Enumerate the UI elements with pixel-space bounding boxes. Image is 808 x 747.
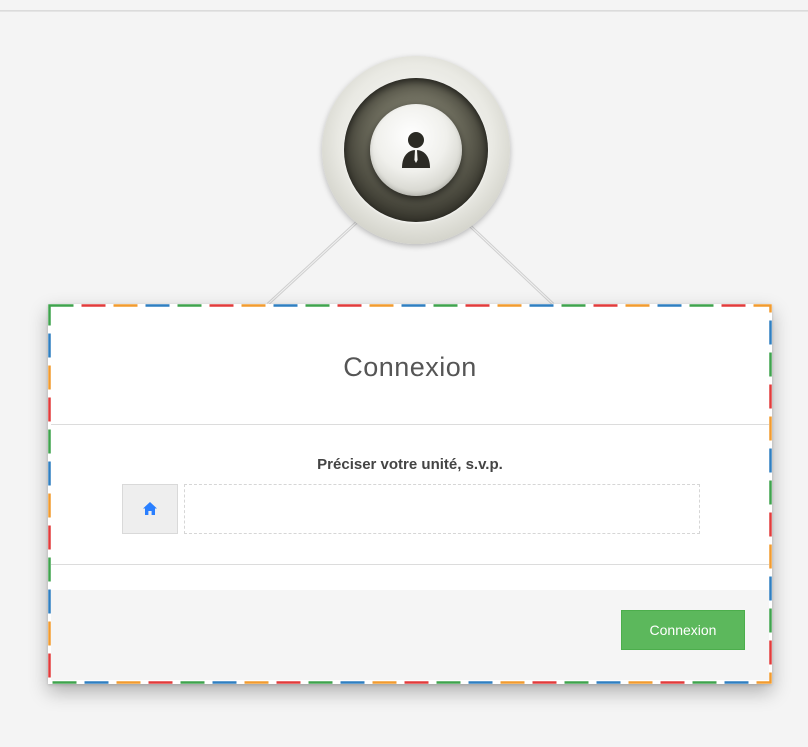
avatar-ring <box>344 78 488 222</box>
body-divider <box>51 564 769 565</box>
card-footer: Connexion <box>51 590 769 680</box>
home-icon <box>143 502 157 515</box>
unit-input-group <box>122 484 700 534</box>
login-submit-button[interactable]: Connexion <box>621 610 745 650</box>
user-icon <box>402 132 430 168</box>
avatar-medallion <box>322 56 510 244</box>
login-card: Connexion Préciser votre unité, s.v.p. C… <box>48 304 772 684</box>
header-divider <box>51 424 769 425</box>
unit-input[interactable] <box>184 484 700 534</box>
avatar <box>370 104 462 196</box>
login-page: Connexion Préciser votre unité, s.v.p. C… <box>0 0 808 747</box>
top-divider <box>0 10 808 12</box>
page-title: Connexion <box>343 352 477 382</box>
unit-prompt-label: Préciser votre unité, s.v.p. <box>317 456 503 473</box>
unit-input-addon <box>122 484 178 534</box>
